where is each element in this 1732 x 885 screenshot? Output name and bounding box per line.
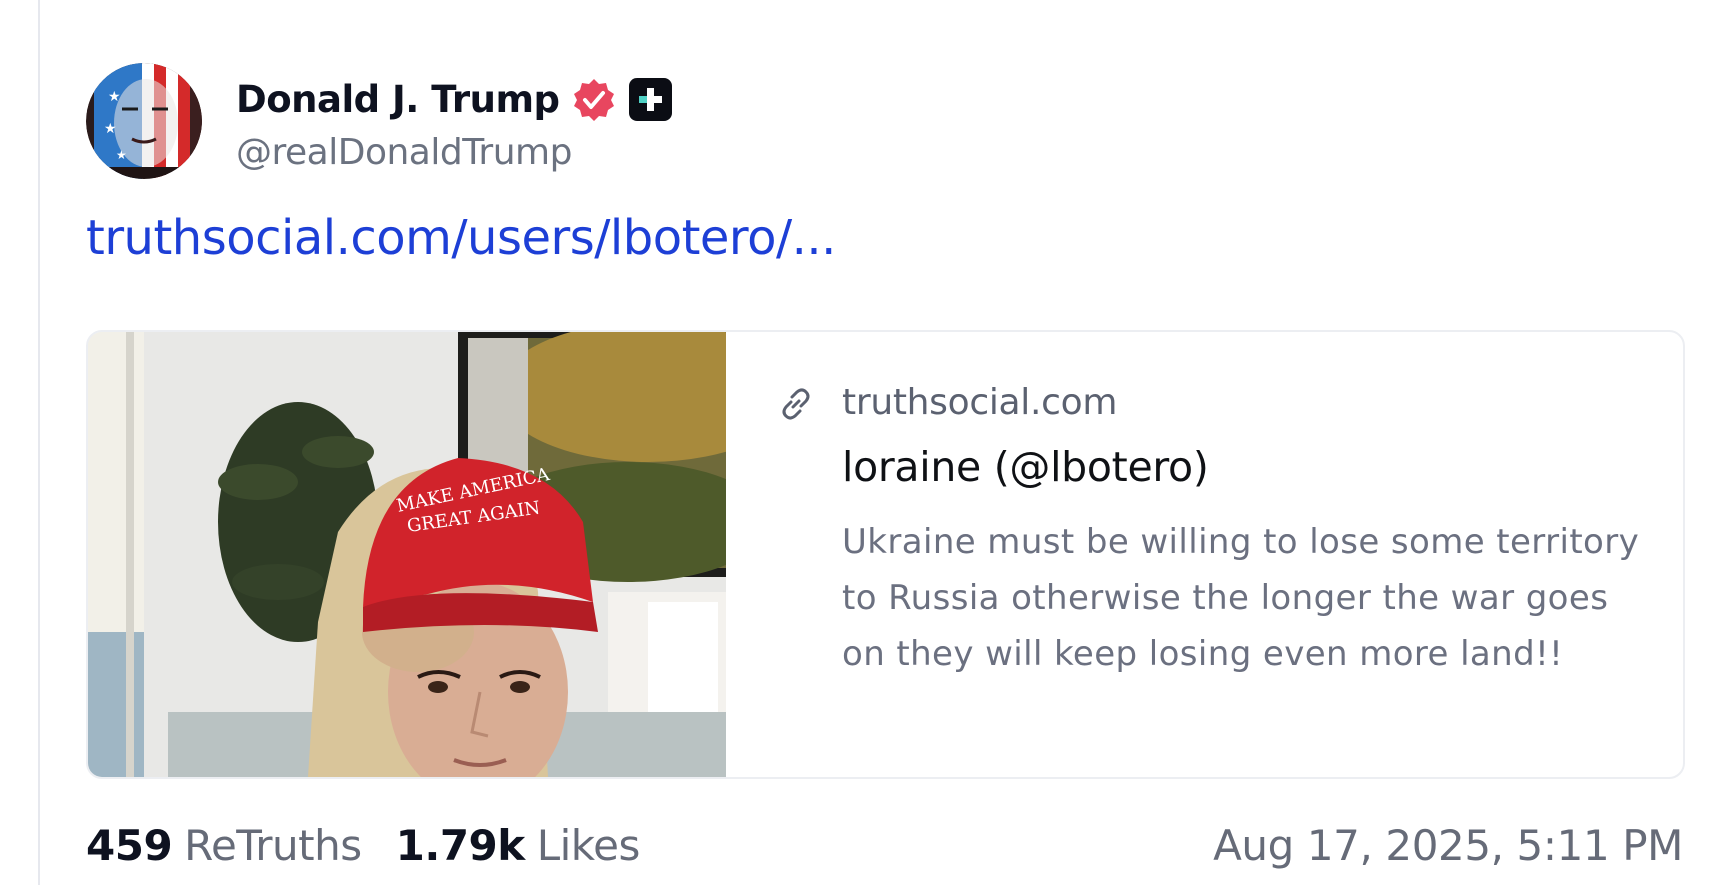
svg-text:★: ★ <box>116 148 127 162</box>
card-description: Ukraine must be willing to lose some ter… <box>842 522 1640 674</box>
name-row: Donald J. Trump <box>236 70 672 130</box>
svg-text:★: ★ <box>108 89 121 105</box>
author-identity: Donald J. Trump @realDonaldTrump <box>236 70 672 173</box>
left-divider <box>38 0 40 885</box>
retruths-label[interactable]: ReTruths <box>184 821 362 870</box>
post-timestamp[interactable]: Aug 17, 2025, 5:11 PM <box>1213 821 1683 870</box>
page: ★ ★ ★ Donald J. Trump @realDonaldTrump t… <box>0 0 1732 885</box>
avatar[interactable]: ★ ★ ★ <box>86 63 202 179</box>
likes-count[interactable]: 1.79k <box>396 821 526 870</box>
verified-badge-icon <box>573 78 614 121</box>
retruths-count[interactable]: 459 <box>86 821 173 870</box>
truth-post: ★ ★ ★ Donald J. Trump @realDonaldTrump t… <box>86 62 1685 870</box>
card-photo: MAKE AMERICA GREAT AGAIN <box>88 332 798 777</box>
post-link[interactable]: truthsocial.com/users/lbotero/... <box>86 210 1683 268</box>
avatar-image: ★ ★ ★ <box>86 63 202 179</box>
post-footer: 459 ReTruths 1.79k Likes Aug 17, 2025, 5… <box>86 806 1683 884</box>
plus-badge-icon <box>628 78 672 121</box>
likes-label[interactable]: Likes <box>537 821 641 870</box>
post-header: ★ ★ ★ Donald J. Trump @realDonaldTrump <box>86 62 1683 180</box>
author-name[interactable]: Donald J. Trump <box>236 78 560 121</box>
author-handle[interactable]: @realDonaldTrump <box>236 132 672 173</box>
card-domain: truthsocial.com <box>842 382 1118 423</box>
card-photo-svg: MAKE AMERICA GREAT AGAIN <box>88 332 798 777</box>
card-body: truthsocial.com loraine (@lbotero) Ukrai… <box>726 332 1683 777</box>
link-preview-card[interactable]: MAKE AMERICA GREAT AGAIN truthsocial.com <box>86 330 1685 779</box>
card-title[interactable]: loraine (@lbotero) <box>842 442 1683 492</box>
svg-text:★: ★ <box>104 121 117 137</box>
link-icon <box>782 388 810 420</box>
